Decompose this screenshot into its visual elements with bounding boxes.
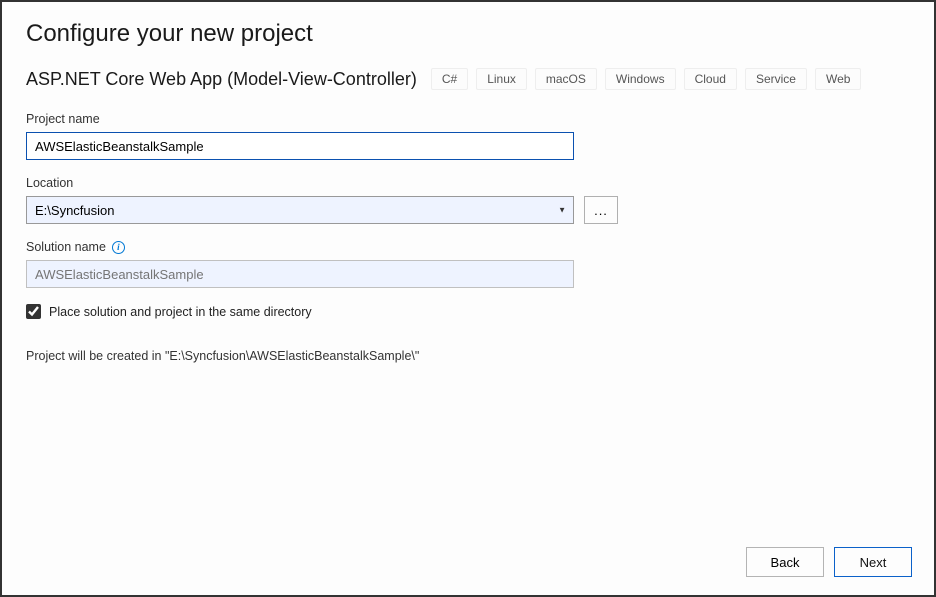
same-directory-checkbox[interactable]	[26, 304, 41, 319]
page-title: Configure your new project	[26, 20, 910, 48]
template-tags: C# Linux macOS Windows Cloud Service Web	[431, 68, 862, 90]
browse-button[interactable]: ...	[584, 196, 618, 224]
same-directory-label[interactable]: Place solution and project in the same d…	[49, 305, 312, 319]
next-button[interactable]: Next	[834, 547, 912, 577]
project-name-input[interactable]	[26, 132, 574, 160]
project-name-label: Project name	[26, 112, 910, 126]
tag-linux: Linux	[476, 68, 527, 90]
solution-name-label: Solution name i	[26, 240, 910, 254]
tag-macos: macOS	[535, 68, 597, 90]
location-label: Location	[26, 176, 910, 190]
project-path-status: Project will be created in "E:\Syncfusio…	[26, 349, 910, 363]
template-header: ASP.NET Core Web App (Model-View-Control…	[26, 68, 910, 90]
template-name: ASP.NET Core Web App (Model-View-Control…	[26, 69, 417, 90]
info-icon[interactable]: i	[112, 241, 125, 254]
tag-web: Web	[815, 68, 861, 90]
location-input[interactable]	[26, 196, 574, 224]
tag-csharp: C#	[431, 68, 468, 90]
footer: Back Next	[746, 547, 912, 577]
solution-name-label-text: Solution name	[26, 240, 106, 254]
back-button[interactable]: Back	[746, 547, 824, 577]
tag-cloud: Cloud	[684, 68, 737, 90]
tag-windows: Windows	[605, 68, 676, 90]
solution-name-input	[26, 260, 574, 288]
tag-service: Service	[745, 68, 807, 90]
